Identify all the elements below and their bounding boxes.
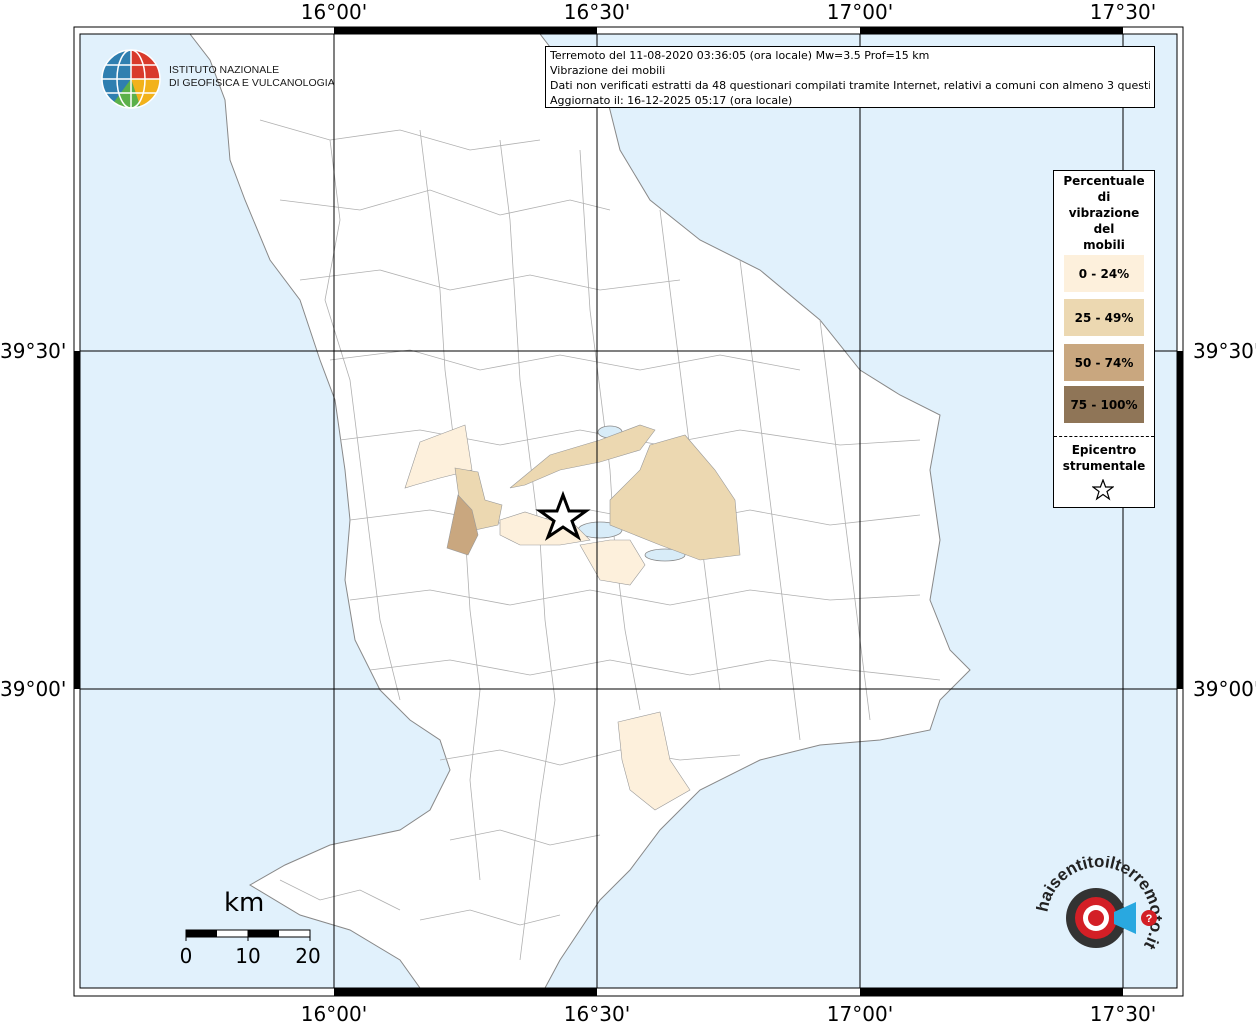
lon-label-top: 17°30' (1089, 0, 1157, 24)
scale-tick: 20 (295, 944, 321, 968)
legend-class-2: 50 - 74% (1064, 344, 1144, 381)
legend-class-label: 0 - 24% (1078, 266, 1130, 281)
updated-line: Aggiornato il: 16-12-2025 05:17 (ora loc… (550, 94, 793, 107)
star-outline-icon (1092, 479, 1114, 501)
ingv-globe-logo (101, 49, 161, 109)
scale-bar (185, 929, 311, 941)
lon-label-bottom: 16°00' (300, 1002, 368, 1026)
legend-epicenter-label: Epicentro strumentale (1062, 443, 1146, 473)
lon-label-bottom: 16°30' (563, 1002, 631, 1026)
legend-class-3: 75 - 100% (1064, 386, 1144, 423)
legend-class-0: 0 - 24% (1064, 255, 1144, 292)
scale-tick: 10 (235, 944, 261, 968)
ingv-line2: DI GEOFISICA E VULCANOLOGIA (169, 77, 335, 89)
legend-class-label: 75 - 100% (1070, 397, 1138, 412)
lat-label-right: 39°00' (1193, 677, 1256, 701)
scale-unit: km (224, 888, 265, 918)
legend-box: Percentuale di vibrazione del mobili 0 - 24%… (1053, 170, 1155, 508)
lon-label-bottom: 17°00' (826, 1002, 894, 1026)
lon-label-top: 17°00' (826, 0, 894, 24)
data-source-line: Dati non verificati estratti da 48 quest… (550, 79, 1150, 92)
lon-label-bottom: 17°30' (1089, 1002, 1157, 1026)
lon-label-top: 16°30' (563, 0, 631, 24)
scale-tick: 0 (179, 944, 193, 968)
legend-separator (1054, 436, 1154, 437)
legend-class-1: 25 - 49% (1064, 299, 1144, 336)
ingv-name: ISTITUTO NAZIONALE DI GEOFISICA E VULCAN… (169, 64, 335, 90)
legend-class-label: 25 - 49% (1074, 310, 1134, 325)
lat-label-left: 39°30' (0, 339, 67, 363)
parameter-line: Vibrazione dei mobili (550, 64, 666, 77)
svg-text:?: ? (1146, 913, 1153, 925)
ingv-line1: ISTITUTO NAZIONALE (169, 64, 280, 76)
legend-title: Percentuale di vibrazione del mobili (1063, 174, 1145, 252)
lat-label-left: 39°00' (0, 677, 67, 701)
lon-label-top: 16°00' (300, 0, 368, 24)
lat-label-right: 39°30' (1193, 339, 1256, 363)
haisentito-logo: haisentitoilterremoto.it ? (1036, 856, 1162, 953)
event-line: Terremoto del 11-08-2020 03:36:05 (ora l… (550, 49, 930, 62)
event-info-box: Terremoto del 11-08-2020 03:36:05 (ora l… (545, 46, 1155, 108)
legend-class-label: 50 - 74% (1074, 355, 1134, 370)
